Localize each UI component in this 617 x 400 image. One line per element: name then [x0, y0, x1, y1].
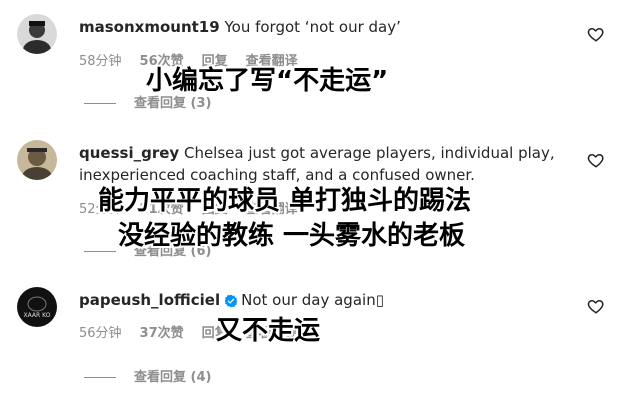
divider-line: [84, 103, 116, 104]
avatar[interactable]: XAAR KO: [17, 287, 57, 327]
comment-body: papeush_lofficiel Not our day again▯: [79, 289, 569, 311]
comment-body: quessi_grey Chelsea just got average pla…: [79, 142, 569, 186]
caption-overlay-3: 又不走运: [216, 316, 321, 346]
username[interactable]: quessi_grey: [79, 144, 179, 162]
divider-line: [84, 377, 116, 378]
avatar[interactable]: [17, 140, 57, 180]
view-replies-label: 查看回复 (4): [134, 370, 212, 385]
username[interactable]: papeush_lofficiel: [79, 291, 220, 309]
timestamp[interactable]: 56分钟: [79, 326, 122, 341]
avatar-logo-text: XAAR KO: [24, 312, 51, 319]
view-replies-label: 查看回复 (3): [134, 96, 212, 111]
heart-icon[interactable]: [587, 297, 605, 315]
divider-line: [84, 251, 116, 252]
heart-icon[interactable]: [587, 151, 605, 169]
likes-count[interactable]: 37次赞: [140, 326, 184, 341]
comment-text: Not our day again▯: [241, 291, 384, 309]
caption-overlay-2-line2: 没经验的教练 一头雾水的老板: [118, 221, 466, 251]
view-replies-button[interactable]: 查看回复 (4): [84, 366, 211, 385]
heart-icon[interactable]: [587, 25, 605, 43]
comment-body: masonxmount19 You forgot ‘not our day’: [79, 16, 569, 38]
caption-overlay-2-line1: 能力平平的球员 单打独斗的踢法: [98, 186, 472, 216]
caption-overlay-1: 小编忘了写“不走运”: [146, 66, 389, 96]
verified-badge-icon: [224, 294, 238, 308]
username[interactable]: masonxmount19: [79, 18, 220, 36]
avatar[interactable]: [17, 14, 57, 54]
timestamp[interactable]: 58分钟: [79, 54, 122, 69]
comment-text: You forgot ‘not our day’: [224, 18, 401, 36]
